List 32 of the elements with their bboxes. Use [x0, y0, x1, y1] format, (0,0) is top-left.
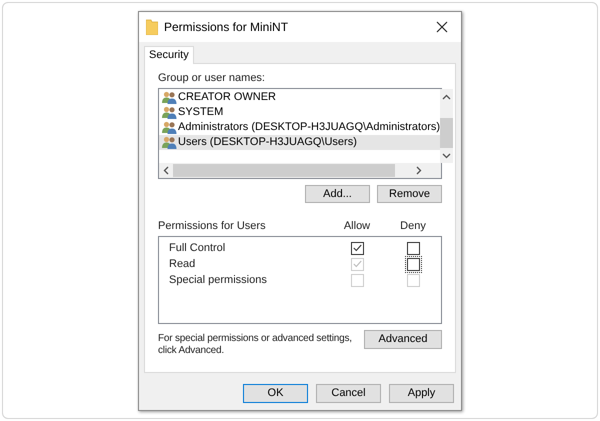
advanced-button[interactable]: Advanced	[364, 330, 442, 349]
dialog-button[interactable]: Apply	[389, 384, 454, 403]
checkbox[interactable]	[350, 242, 364, 254]
user-list-item[interactable]: Users (DESKTOP-H3JUAGQ\Users)	[159, 135, 440, 150]
permission-name: Special permissions	[168, 272, 268, 288]
horizontal-scrollbar[interactable]	[159, 163, 441, 178]
users-icon	[162, 136, 177, 149]
user-list-item[interactable]: SYSTEM	[159, 105, 440, 120]
dialog-button[interactable]: Add...	[305, 185, 370, 203]
permissions-label: Permissions for Users	[158, 220, 267, 233]
column-header: Deny	[399, 220, 427, 233]
permission-name: Read	[168, 256, 196, 272]
users-icon	[162, 121, 177, 134]
dialog-button[interactable]: Cancel	[316, 384, 381, 403]
scrollbar-thumb[interactable]	[173, 164, 395, 177]
close-icon	[436, 21, 448, 33]
tab[interactable]: Security	[144, 46, 194, 64]
checkbox[interactable]	[406, 242, 420, 254]
scrollbar-thumb[interactable]	[440, 118, 454, 148]
users-icon	[162, 91, 177, 104]
group-label: Group or user names:	[158, 72, 266, 85]
permission-name: Full Control	[168, 240, 226, 256]
user-list-item[interactable]: Administrators (DESKTOP-H3JUAGQ\Administrators)	[159, 120, 440, 135]
column-header: Allow	[342, 220, 372, 233]
user-list-item[interactable]: CREATOR OWNER	[159, 90, 440, 105]
dialog-button[interactable]: OK	[243, 384, 308, 403]
folder-icon	[146, 19, 158, 35]
vertical-scrollbar[interactable]	[440, 89, 454, 163]
users-icon	[162, 106, 177, 119]
window-title: Permissions for MiniNT	[164, 19, 288, 36]
advanced-note: For special permissions or advanced settings, click Advanced.	[158, 332, 353, 357]
dialog-button[interactable]: Remove	[377, 185, 442, 203]
